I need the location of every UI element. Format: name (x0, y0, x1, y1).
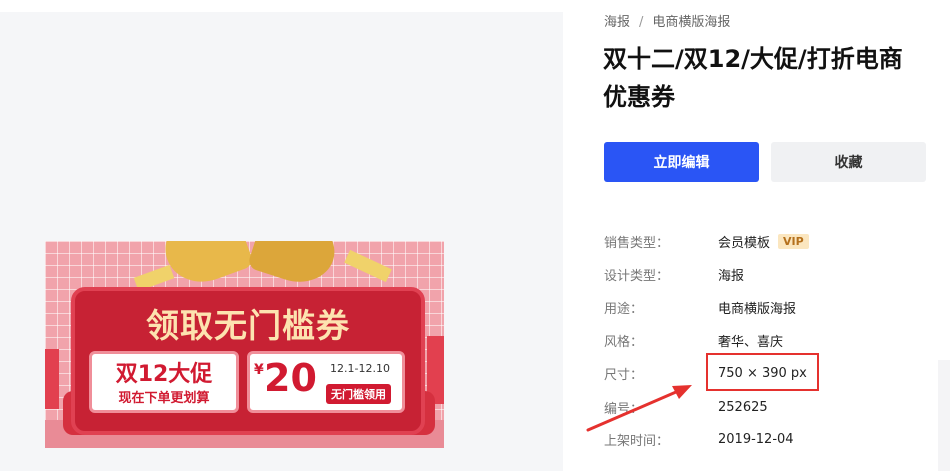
promo-subtitle: 现在下单更划算 (118, 391, 210, 406)
info-row-design-type: 设计类型： 海报 (604, 264, 744, 284)
poster-headline: 领取无门槛券 (146, 306, 350, 345)
coupon-amount: 20 (264, 356, 317, 400)
page-title: 双十二/双12/大促/打折电商优惠券 (603, 45, 903, 111)
side-gift-left (45, 349, 59, 409)
info-value: 252625 (718, 399, 768, 415)
info-value: 奢华、喜庆 (718, 334, 784, 350)
breadcrumb-item-poster[interactable]: 海报 (604, 11, 630, 30)
info-value: 2019-12-04 (718, 431, 794, 447)
info-label: 设计类型： (604, 268, 670, 284)
info-row-usage: 用途： 电商横版海报 (604, 297, 796, 317)
info-row-style: 风格： 奢华、喜庆 (604, 330, 783, 350)
info-label: 用途： (604, 301, 644, 317)
info-row-sale-type: 销售类型： 会员模板 VIP (604, 231, 809, 251)
info-value: 海报 (718, 268, 745, 284)
vip-badge: VIP (778, 233, 809, 249)
info-label: 销售类型： (604, 235, 670, 251)
edit-now-button[interactable]: 立即编辑 (604, 142, 759, 182)
info-label: 风格： (604, 334, 644, 350)
info-value: 电商横版海报 (718, 301, 797, 317)
currency-symbol: ¥ (254, 362, 264, 378)
coupon-dates: 12.1-12.10 (330, 362, 390, 375)
info-value: 会员模板 (718, 235, 771, 251)
favorite-button[interactable]: 收藏 (771, 142, 926, 182)
breadcrumb: 海报 / 电商横版海报 (604, 11, 730, 30)
breadcrumb-item-ecommerce-poster[interactable]: 电商横版海报 (652, 11, 730, 30)
coupon-tag: 无门槛领用 (326, 384, 391, 404)
size-highlight-box (706, 353, 819, 391)
coupon-card: ¥ 20 12.1-12.10 无门槛领用 (247, 351, 405, 413)
breadcrumb-separator: / (639, 15, 644, 30)
arrow-icon (586, 385, 692, 432)
coupon-box: 领取无门槛券 双12大促 现在下单更划算 ¥ 20 12.1-12.10 无门槛… (71, 287, 425, 435)
promo-title: 双12大促 (115, 362, 213, 387)
promo-card: 双12大促 现在下单更划算 (89, 351, 239, 413)
scrollbar-track[interactable] (938, 360, 950, 471)
poster-image[interactable]: 领取无门槛券 双12大促 现在下单更划算 ¥ 20 12.1-12.10 无门槛… (45, 241, 444, 448)
